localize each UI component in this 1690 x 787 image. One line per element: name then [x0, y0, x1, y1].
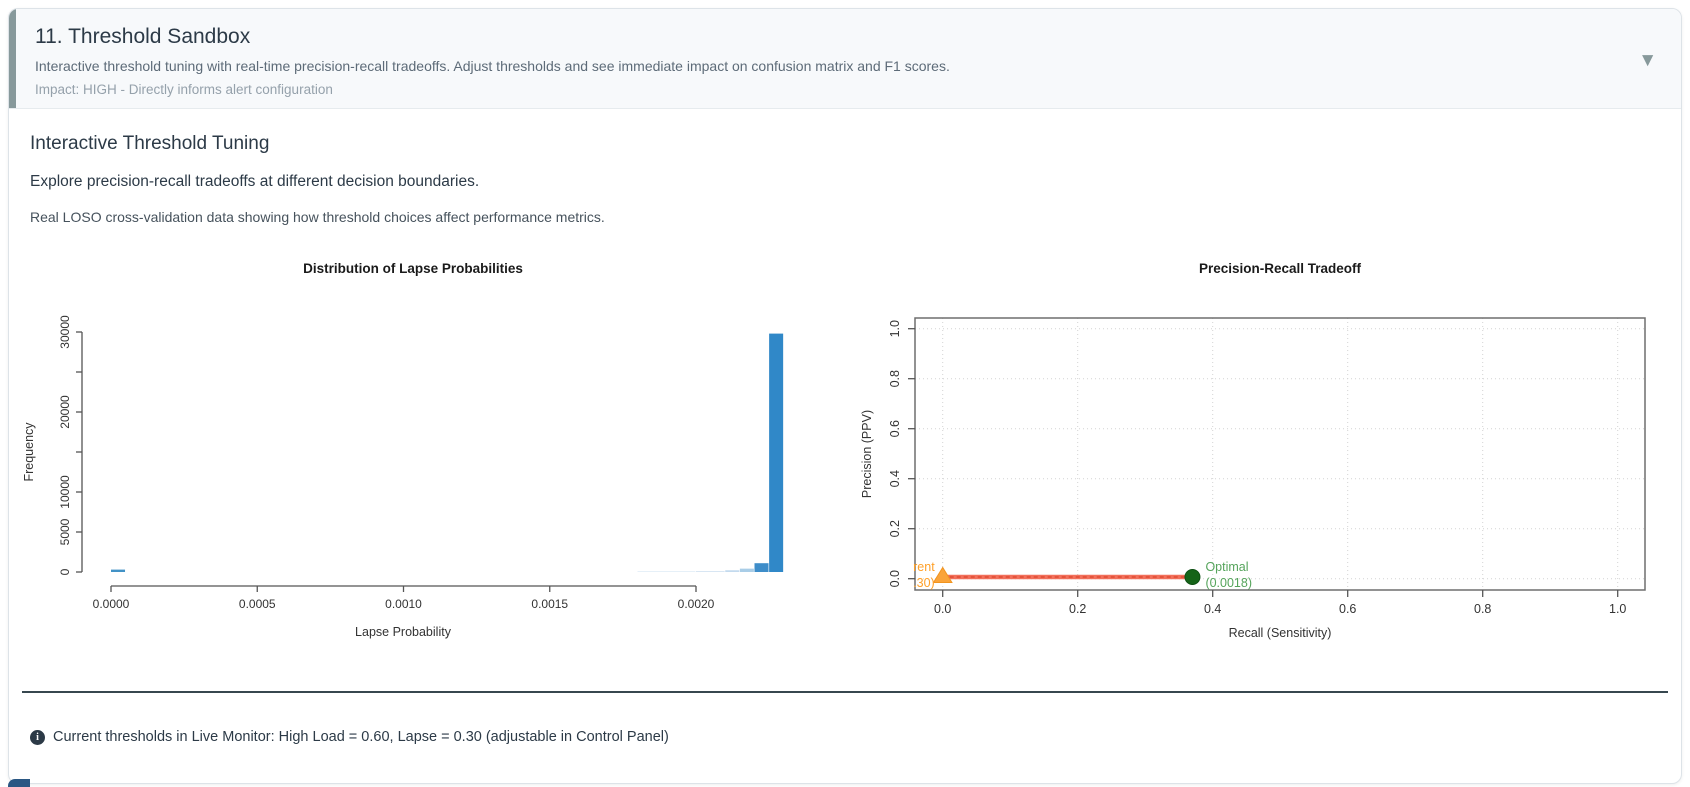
- svg-text:0.4: 0.4: [1204, 602, 1221, 616]
- svg-text:0.2: 0.2: [1069, 602, 1086, 616]
- svg-text:10000: 10000: [58, 475, 72, 509]
- svg-text:1.0: 1.0: [1609, 602, 1626, 616]
- histogram-bar: [725, 570, 739, 572]
- svg-text:(0.0018): (0.0018): [1205, 576, 1252, 590]
- tuning-title: Interactive Threshold Tuning: [30, 133, 269, 155]
- svg-text:0.8: 0.8: [888, 370, 902, 387]
- svg-text:Distribution of Lapse Probabil: Distribution of Lapse Probabilities: [303, 261, 523, 276]
- svg-text:0.0: 0.0: [934, 602, 951, 616]
- svg-text:0.0020: 0.0020: [678, 597, 715, 611]
- svg-text:0.0000: 0.0000: [93, 597, 130, 611]
- svg-text:0.0: 0.0: [888, 570, 902, 587]
- svg-text:0.0010: 0.0010: [385, 597, 422, 611]
- section-subtitle: Interactive threshold tuning with real-t…: [35, 58, 1621, 74]
- histogram-bar: [755, 563, 769, 572]
- next-section-peek: [8, 779, 30, 787]
- svg-text:Precision (PPV): Precision (PPV): [860, 410, 874, 498]
- tuning-lead: Explore precision-recall tradeoffs at di…: [30, 173, 479, 191]
- threshold-sandbox-card: 11. Threshold Sandbox Interactive thresh…: [8, 8, 1682, 784]
- section-body: Interactive Threshold Tuning Explore pre…: [9, 109, 1681, 783]
- svg-text:0.6: 0.6: [888, 420, 902, 437]
- histogram-bar: [740, 569, 754, 572]
- lapse-histogram-chart: Distribution of Lapse Probabilities 0 5000…: [9, 251, 849, 651]
- svg-text:0.0005: 0.0005: [239, 597, 276, 611]
- threshold-footer: i Current thresholds in Live Monitor: Hi…: [30, 729, 669, 745]
- svg-text:20000: 20000: [58, 395, 72, 429]
- svg-text:Optimal: Optimal: [1205, 560, 1248, 574]
- collapse-chevron-icon[interactable]: ▼: [1638, 51, 1657, 70]
- svg-text:0: 0: [58, 568, 72, 575]
- precision-recall-chart: Precision-Recall Tradeoff 0.0 0.0 0.2 0.2 0.4…: [849, 251, 1682, 651]
- svg-text:rent: rent: [913, 560, 935, 574]
- histogram-bar: [111, 570, 125, 572]
- info-icon: i: [30, 730, 45, 745]
- impact-note: Impact: HIGH - Directly informs alert co…: [35, 82, 1621, 97]
- svg-text:Precision-Recall Tradeoff: Precision-Recall Tradeoff: [1199, 261, 1362, 276]
- svg-text:0.6: 0.6: [1339, 602, 1356, 616]
- histogram-bar: [696, 571, 725, 572]
- optimal-threshold-point: [1185, 570, 1200, 585]
- footer-divider: [22, 691, 1668, 693]
- svg-text:Frequency: Frequency: [22, 422, 36, 482]
- histogram-bar: [638, 571, 696, 572]
- svg-text:30000: 30000: [58, 315, 72, 349]
- svg-text:1.0: 1.0: [888, 320, 902, 337]
- svg-text:5000: 5000: [58, 518, 72, 545]
- svg-text:0.2: 0.2: [888, 520, 902, 537]
- svg-text:Recall (Sensitivity): Recall (Sensitivity): [1229, 626, 1332, 640]
- svg-text:0.0015: 0.0015: [531, 597, 568, 611]
- section-header: 11. Threshold Sandbox Interactive thresh…: [9, 9, 1681, 109]
- tuning-description: Real LOSO cross-validation data showing …: [30, 209, 605, 225]
- page: 11. Threshold Sandbox Interactive thresh…: [0, 0, 1690, 787]
- histogram-bar: [769, 334, 783, 572]
- svg-text:0.4: 0.4: [888, 470, 902, 487]
- svg-text:0.8: 0.8: [1474, 602, 1491, 616]
- svg-text:.30): .30): [913, 576, 935, 590]
- footer-note: Current thresholds in Live Monitor: High…: [53, 729, 669, 745]
- header-accent-bar: [9, 9, 16, 108]
- page-title: 11. Threshold Sandbox: [35, 25, 1621, 49]
- svg-text:Lapse Probability: Lapse Probability: [355, 625, 452, 639]
